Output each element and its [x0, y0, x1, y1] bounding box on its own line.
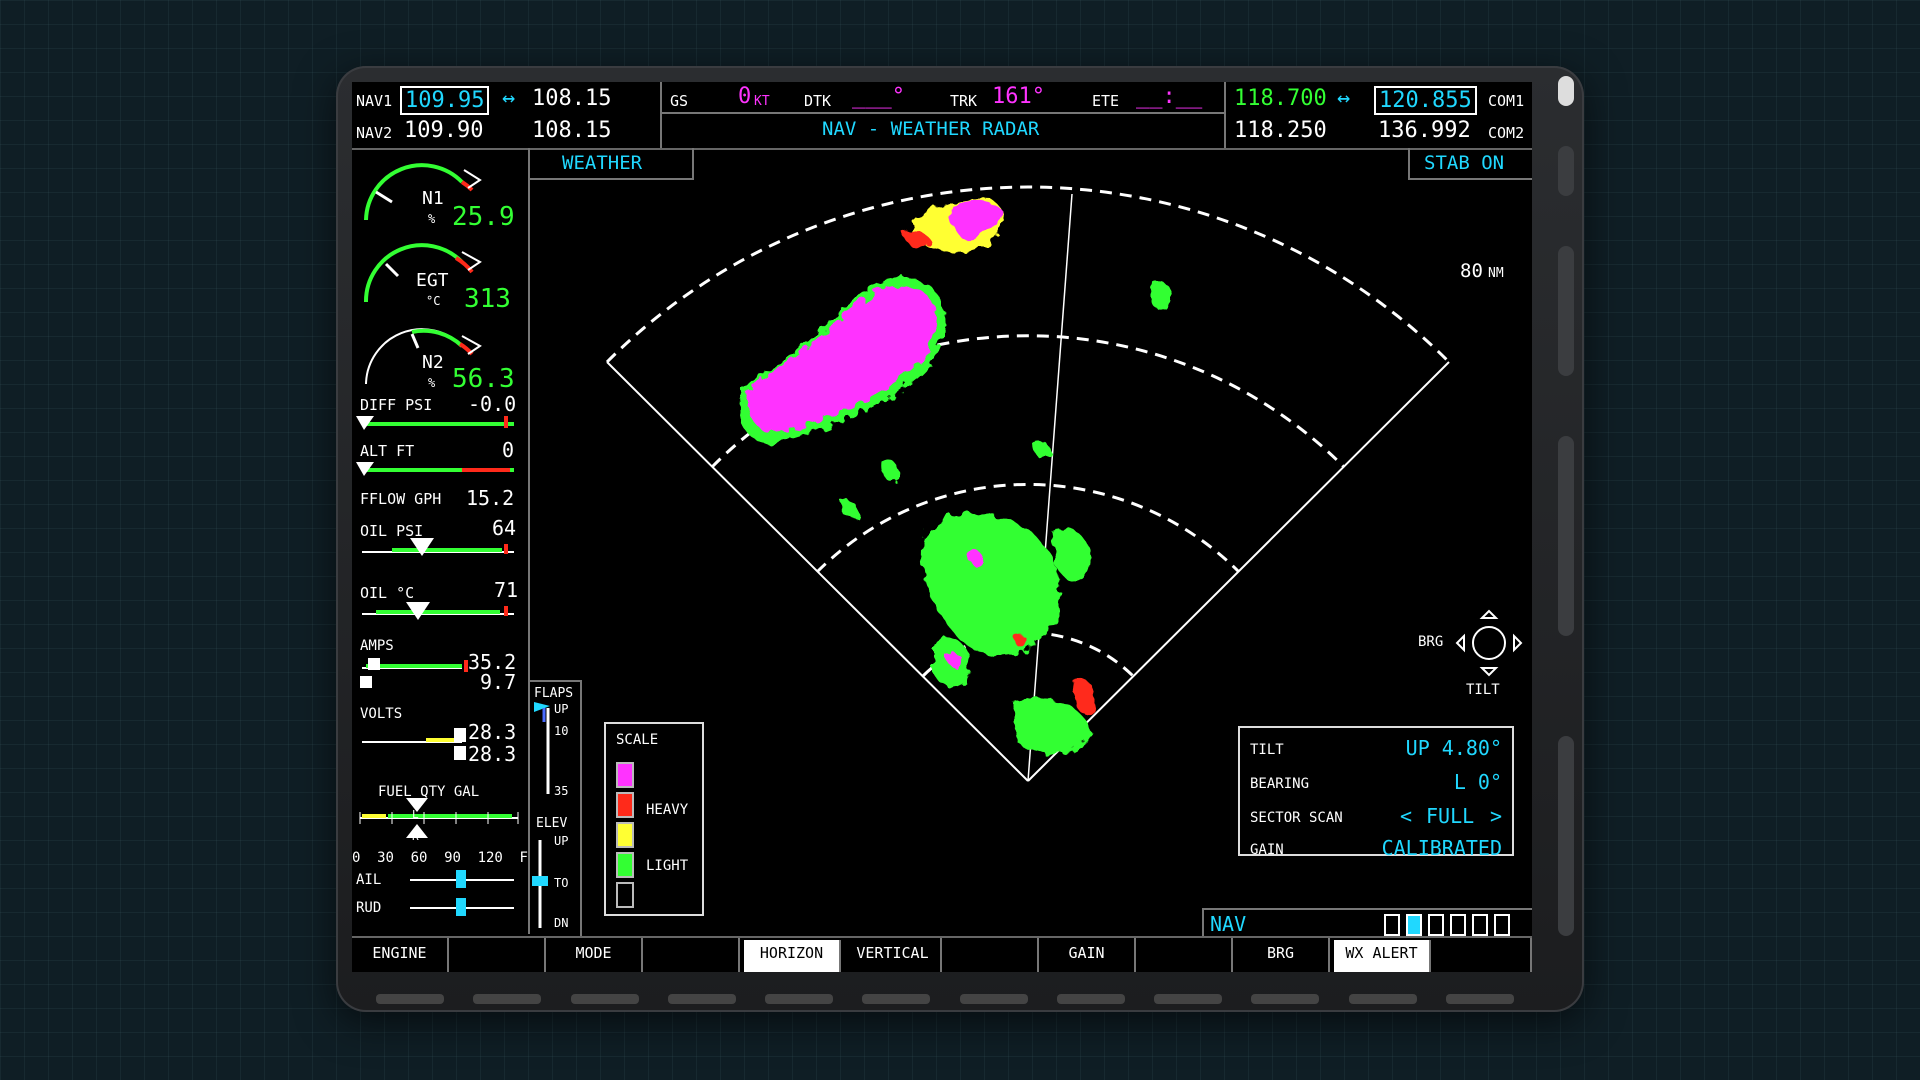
bezel-button[interactable] [1154, 994, 1223, 1004]
sector-next-icon[interactable]: > [1490, 804, 1502, 828]
page-box [1384, 914, 1400, 936]
softkey-bar: ENGINE MODE HORIZON VERTICAL GAIN BRG WX ALERT [352, 936, 1532, 972]
page-box [1472, 914, 1488, 936]
info-gain-label: GAIN [1250, 842, 1284, 858]
softkey-horizon[interactable]: HORIZON [744, 940, 841, 972]
softkey-mode[interactable]: MODE [546, 938, 643, 972]
bezel-buttons [376, 994, 1514, 1008]
bezel-button[interactable] [1348, 994, 1417, 1004]
sector-prev-icon[interactable]: < [1400, 804, 1412, 828]
softkey-blank[interactable] [1435, 938, 1532, 972]
bezel-button[interactable] [1445, 994, 1514, 1004]
page-box [1494, 914, 1510, 936]
softkey-blank[interactable] [1136, 938, 1233, 972]
bezel-button[interactable] [473, 994, 542, 1004]
bezel-button[interactable] [376, 994, 444, 1004]
tilt-control-label: TILT [1466, 682, 1500, 698]
radar-returns [739, 199, 1171, 755]
side-knob[interactable] [1558, 246, 1574, 376]
side-knob[interactable] [1558, 436, 1574, 636]
scale-swatch-yellow [616, 822, 634, 848]
bezel-button[interactable] [1056, 994, 1125, 1004]
page-group-label: NAV [1210, 912, 1247, 936]
side-knob[interactable] [1558, 146, 1574, 196]
info-gain-value[interactable]: CALIBRATED [1382, 836, 1502, 860]
page-group-indicator: NAV [1202, 908, 1532, 938]
softkey-brg[interactable]: BRG [1233, 938, 1330, 972]
power-knob[interactable] [1558, 76, 1574, 106]
scale-swatch-magenta [616, 762, 634, 788]
radar-sector-lines [605, 185, 1451, 782]
radar-info-box: TILT UP 4.80° BEARING L 0° SECTOR SCAN <… [1238, 726, 1514, 860]
scale-title: SCALE [616, 732, 659, 748]
range-value: 80 [1460, 260, 1483, 282]
softkey-blank[interactable] [643, 938, 740, 972]
bezel-button[interactable] [959, 994, 1028, 1004]
info-sector-label: SECTOR SCAN [1250, 810, 1343, 826]
bezel-button[interactable] [862, 994, 931, 1004]
brg-label: BRG [1418, 634, 1444, 650]
bezel-button[interactable] [1251, 994, 1320, 1004]
scale-swatches [616, 762, 634, 908]
info-bearing-value[interactable]: L 0° [1454, 770, 1502, 794]
page-boxes [1384, 914, 1510, 936]
scale-swatch-red [616, 792, 634, 818]
info-sector-value[interactable]: FULL [1426, 804, 1474, 828]
softkey-gain[interactable]: GAIN [1039, 938, 1136, 972]
softkey-blank[interactable] [942, 938, 1039, 972]
softkey-engine[interactable]: ENGINE [352, 938, 449, 972]
scale-legend: SCALE HEAVY LIGHT [604, 722, 704, 916]
scale-swatch-green [616, 852, 634, 878]
softkey-blank[interactable] [449, 938, 546, 972]
scale-swatch-black [616, 882, 634, 908]
page-box [1450, 914, 1466, 936]
scale-light-label: LIGHT [646, 858, 689, 874]
scale-heavy-label: HEAVY [646, 802, 689, 818]
info-tilt-value[interactable]: UP 4.80° [1406, 736, 1502, 760]
bezel-button[interactable] [765, 994, 834, 1004]
softkey-vertical[interactable]: VERTICAL [845, 938, 942, 972]
range-unit: NM [1488, 266, 1504, 281]
page-box [1406, 914, 1422, 936]
softkey-wx-alert[interactable]: WX ALERT [1334, 940, 1431, 972]
brg-tilt-control[interactable] [1454, 608, 1524, 678]
info-bearing-label: BEARING [1250, 776, 1310, 792]
bezel-button[interactable] [667, 994, 736, 1004]
page-box [1428, 914, 1444, 936]
info-tilt-label: TILT [1250, 742, 1284, 758]
mfd-screen: NAV1 109.95 ↔ 108.15 NAV2 109.90 108.15 … [352, 82, 1532, 972]
side-knob[interactable] [1558, 736, 1574, 936]
bezel-button[interactable] [570, 994, 639, 1004]
